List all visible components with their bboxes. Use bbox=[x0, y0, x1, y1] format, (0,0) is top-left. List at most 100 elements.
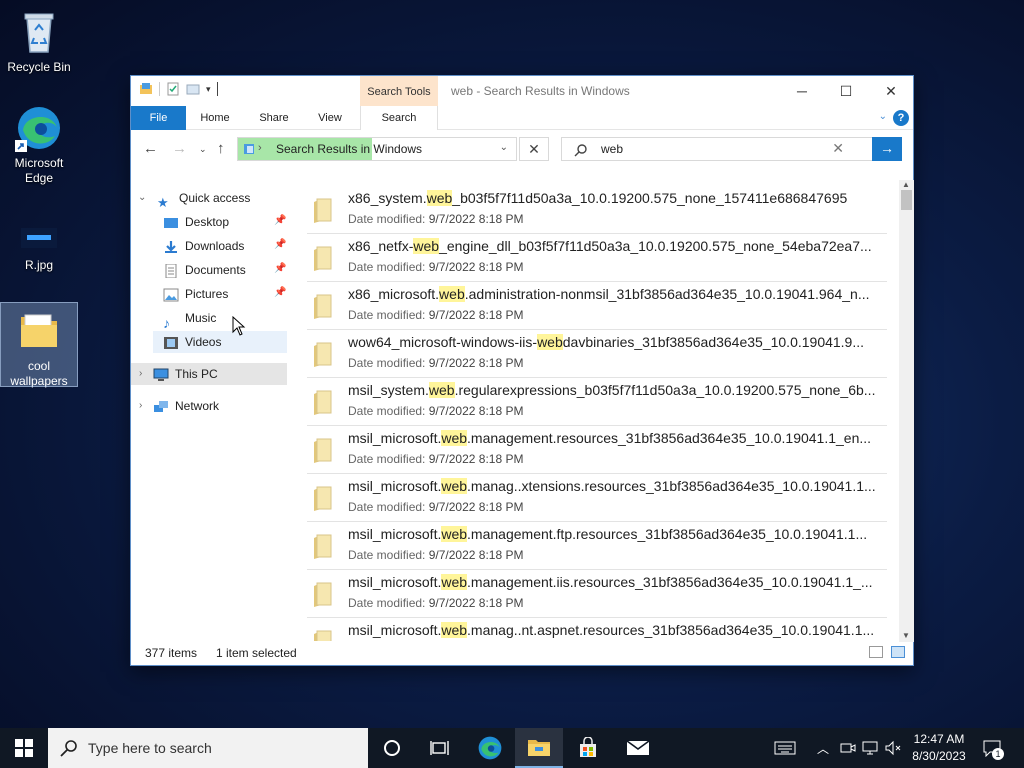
nav-documents[interactable]: Documents bbox=[163, 259, 246, 281]
taskbar-mail-button[interactable] bbox=[614, 728, 662, 768]
scroll-up-icon[interactable]: ▲ bbox=[902, 180, 910, 189]
result-name-suffix: davbinaries_31bf3856ad364e35_10.0.19041.… bbox=[562, 334, 865, 350]
nav-desktop[interactable]: Desktop bbox=[163, 211, 229, 233]
result-row[interactable]: wow64_microsoft-windows-iis-webdavbinari… bbox=[307, 330, 887, 378]
vertical-scrollbar[interactable]: ▲ ▼ bbox=[899, 180, 914, 642]
qat-dropdown-icon[interactable]: ▾ bbox=[206, 84, 211, 95]
search-icon bbox=[60, 740, 77, 757]
expand-chevron-icon[interactable]: › bbox=[139, 368, 142, 379]
nav-quick-access[interactable]: ★ Quick access bbox=[157, 187, 250, 210]
forward-arrow-icon[interactable]: → bbox=[172, 140, 187, 157]
tab-search[interactable]: Search bbox=[360, 106, 438, 130]
meet-now-button[interactable] bbox=[840, 728, 856, 768]
recent-locations-icon[interactable]: ⌄ bbox=[199, 144, 207, 155]
result-row[interactable]: msil_microsoft.web.management.iis.resour… bbox=[307, 570, 887, 618]
result-name-prefix: msil_system. bbox=[348, 382, 429, 398]
desktop-icon-r-jpg[interactable]: R.jpg bbox=[1, 222, 77, 273]
result-row[interactable]: msil_microsoft.web.manag..xtensions.reso… bbox=[307, 474, 887, 522]
clear-search-icon[interactable]: ✕ bbox=[832, 140, 844, 157]
result-row[interactable]: msil_microsoft.web.manag..nt.aspnet.reso… bbox=[307, 618, 887, 641]
nav-this-pc[interactable]: This PC bbox=[153, 363, 218, 385]
notifications-button[interactable]: 1 bbox=[982, 728, 1004, 768]
show-hidden-icons-button[interactable]: ︿ bbox=[817, 728, 829, 768]
details-view-icon[interactable] bbox=[869, 646, 883, 658]
minimize-icon: ─ bbox=[797, 83, 807, 99]
collapse-chevron-icon[interactable]: ⌄ bbox=[138, 192, 146, 203]
result-row[interactable]: msil_microsoft.web.management.resources_… bbox=[307, 426, 887, 474]
expand-chevron-icon[interactable]: › bbox=[139, 400, 142, 411]
nav-downloads[interactable]: Downloads bbox=[163, 235, 244, 257]
expand-ribbon-icon[interactable]: ⌄ bbox=[879, 111, 887, 122]
result-meta: Date modified: 9/7/2022 8:18 PM bbox=[348, 596, 523, 610]
result-name-prefix: wow64_microsoft-windows-iis- bbox=[348, 334, 538, 350]
nav-music[interactable]: ♪ Music bbox=[163, 307, 216, 331]
taskbar-search-placeholder: Type here to search bbox=[88, 740, 212, 756]
result-row[interactable]: msil_microsoft.web.management.ftp.resour… bbox=[307, 522, 887, 570]
nav-pictures[interactable]: Pictures bbox=[163, 283, 228, 305]
folder-icon bbox=[314, 486, 332, 511]
cortana-icon bbox=[384, 740, 400, 756]
tab-file[interactable]: File bbox=[131, 106, 186, 130]
taskbar-search-box[interactable]: Type here to search bbox=[48, 728, 368, 768]
result-row[interactable]: msil_system.web.regularexpressions_b03f5… bbox=[307, 378, 887, 426]
taskbar-store-button[interactable] bbox=[564, 728, 612, 768]
address-dropdown-icon[interactable]: ⌄ bbox=[500, 142, 508, 153]
nav-label: Pictures bbox=[185, 287, 229, 301]
help-icon[interactable]: ? bbox=[893, 110, 909, 126]
result-name: x86_netfx-web_engine_dll_b03f5f7f11d50a3… bbox=[348, 238, 886, 254]
nav-videos[interactable]: Videos bbox=[163, 331, 221, 353]
folder-icon bbox=[314, 246, 332, 271]
properties-icon[interactable] bbox=[166, 82, 180, 96]
breadcrumb-chevron-icon: › bbox=[258, 142, 262, 154]
tab-home[interactable]: Home bbox=[193, 106, 237, 130]
result-name-prefix: msil_microsoft. bbox=[348, 478, 442, 494]
desktop-icon-cool-wallpapers[interactable]: cool wallpapers bbox=[0, 302, 78, 388]
large-icons-view-icon[interactable] bbox=[891, 646, 905, 658]
up-arrow-icon[interactable]: ↑ bbox=[217, 140, 225, 157]
network-status-button[interactable] bbox=[862, 728, 878, 768]
result-name: msil_microsoft.web.manag..xtensions.reso… bbox=[348, 478, 886, 494]
input-indicator-button[interactable] bbox=[774, 728, 796, 768]
taskbar-clock[interactable]: 12:47 AM 8/30/2023 bbox=[906, 731, 972, 765]
result-row[interactable]: x86_system.web_b03f5f7f11d50a3a_10.0.192… bbox=[307, 186, 887, 234]
back-arrow-icon[interactable]: ← bbox=[143, 140, 158, 157]
result-name-match: web bbox=[413, 238, 440, 254]
nav-network[interactable]: Network bbox=[153, 395, 219, 417]
folder-icon bbox=[314, 582, 332, 607]
tab-share[interactable]: Share bbox=[251, 106, 297, 130]
cortana-button[interactable] bbox=[368, 728, 416, 768]
task-view-button[interactable] bbox=[416, 728, 464, 768]
start-button[interactable] bbox=[0, 728, 48, 768]
arrow-right-icon: → bbox=[880, 140, 894, 156]
taskbar: Type here to search ︿ 12:47 AM 8/30/2023 bbox=[0, 728, 1024, 768]
desktop-icon-edge[interactable]: Microsoft Edge bbox=[1, 104, 77, 186]
result-row[interactable]: x86_microsoft.web.administration-nonmsil… bbox=[307, 282, 887, 330]
scroll-down-icon[interactable]: ▼ bbox=[902, 631, 910, 640]
taskbar-edge-button[interactable] bbox=[466, 728, 514, 768]
stop-search-button[interactable]: ✕ bbox=[519, 137, 549, 161]
result-name-suffix: .administration-nonmsil_31bf3856ad364e35… bbox=[464, 286, 870, 302]
scrollbar-thumb[interactable] bbox=[901, 190, 912, 210]
result-name-suffix: .regularexpressions_b03f5f7f11d50a3a_10.… bbox=[454, 382, 876, 398]
result-name: wow64_microsoft-windows-iis-webdavbinari… bbox=[348, 334, 886, 350]
close-icon: ✕ bbox=[885, 82, 897, 99]
maximize-icon: ☐ bbox=[839, 82, 853, 99]
result-name-prefix: msil_microsoft. bbox=[348, 622, 442, 638]
title-bar: ▾ Search Tools web - Search Results in W… bbox=[131, 76, 913, 106]
minimize-button[interactable]: ─ bbox=[779, 76, 825, 106]
volume-button[interactable] bbox=[884, 728, 902, 768]
address-bar[interactable]: › Search Results in Windows ⌄ bbox=[237, 137, 517, 161]
result-row[interactable]: x86_netfx-web_engine_dll_b03f5f7f11d50a3… bbox=[307, 234, 887, 282]
nav-label: Documents bbox=[185, 263, 246, 277]
search-icon bbox=[574, 144, 587, 157]
taskbar-file-explorer-button[interactable] bbox=[515, 728, 563, 768]
maximize-button[interactable]: ☐ bbox=[823, 76, 869, 106]
tab-view[interactable]: View bbox=[309, 106, 351, 130]
new-folder-icon[interactable] bbox=[186, 82, 200, 96]
close-icon: ✕ bbox=[528, 141, 540, 157]
search-input[interactable]: web ✕ bbox=[561, 137, 873, 161]
close-button[interactable]: ✕ bbox=[868, 76, 914, 106]
search-go-button[interactable]: → bbox=[872, 137, 902, 161]
desktop-icon-recycle-bin[interactable]: Recycle Bin bbox=[1, 8, 77, 75]
result-name-suffix: .management.ftp.resources_31bf3856ad364e… bbox=[467, 526, 868, 542]
